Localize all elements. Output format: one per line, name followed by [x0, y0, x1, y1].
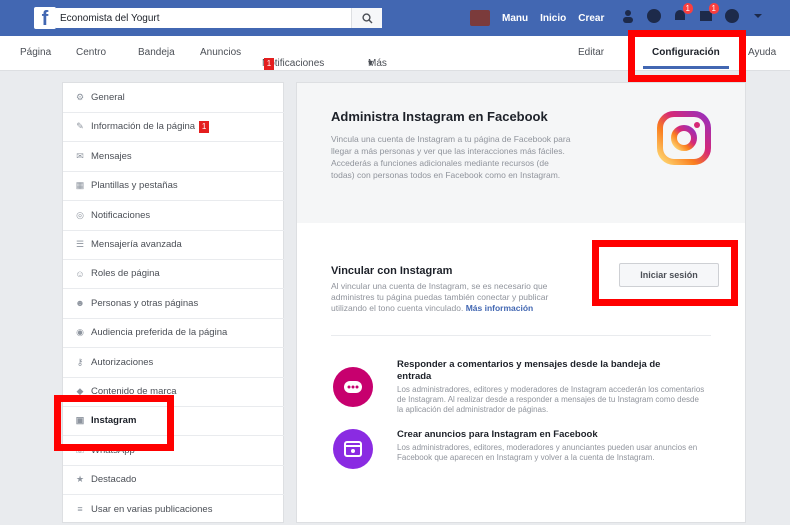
top-icons: 1 1: [620, 3, 766, 24]
search-button[interactable]: [351, 8, 382, 28]
chevron-down-icon: ▾: [368, 58, 374, 69]
edit-page-link[interactable]: Editar: [578, 47, 604, 58]
key-icon: ⚷: [76, 356, 84, 367]
tab-page[interactable]: Página: [20, 47, 51, 58]
connect-title: Vincular con Instagram: [331, 265, 453, 277]
sidebar-item-destacado[interactable]: ★ Destacado: [63, 465, 285, 496]
nav-profile-link[interactable]: Manu: [502, 13, 528, 24]
sidebar-item-mensajería-avanzada[interactable]: ☰ Mensajería avanzada: [63, 230, 285, 260]
connect-description: Al vincular una cuenta de Instagram, se …: [331, 281, 571, 314]
sidebar-item-mensajes[interactable]: ✉ Mensajes: [63, 142, 285, 172]
chat-icon: ☰: [75, 239, 85, 249]
nav-create-link[interactable]: Crear: [578, 13, 604, 24]
pencil-icon: ✎: [76, 121, 84, 132]
sidebar-item-usar-en-varias-publicaciones[interactable]: ≡ Usar en varias publicaciones: [63, 495, 285, 525]
sidebar-item-autorizaciones[interactable]: ⚷ Autorizaciones: [63, 348, 285, 378]
sidebar-item-roles-de-página[interactable]: ☺ Roles de página: [63, 259, 285, 290]
notification-count-badge: 1: [682, 3, 693, 14]
dropdown-arrow-icon[interactable]: [750, 8, 766, 24]
person-icon: ☺: [75, 268, 85, 279]
help-count-badge: 1: [708, 3, 719, 14]
highlight-instagram-item: [54, 395, 174, 451]
avatar[interactable]: [470, 10, 490, 26]
tab-center[interactable]: Centro: [76, 47, 106, 58]
question-icon[interactable]: [724, 8, 740, 24]
friends-icon[interactable]: [620, 8, 636, 24]
section-description: Vincula una cuenta de Instagram a tu pág…: [331, 134, 571, 180]
star-icon: ★: [75, 474, 85, 485]
grid-icon: ▦: [75, 180, 85, 191]
ads-feature-icon: [333, 429, 373, 469]
people-icon: ☻: [75, 298, 85, 309]
sidebar-item-label: Personas y otras páginas: [91, 297, 199, 309]
sidebar-item-label: Audiencia preferida de la página: [91, 327, 228, 339]
audience-icon: ◉: [76, 327, 84, 338]
search-box: [56, 8, 382, 28]
section-title: Administra Instagram en Facebook: [331, 109, 548, 124]
learn-more-link[interactable]: Más información: [466, 303, 534, 313]
sidebar-item-label: Mensajes: [91, 150, 132, 162]
section-divider: [331, 335, 711, 336]
tab-inbox[interactable]: Bandeja: [138, 47, 175, 58]
help-link[interactable]: Ayuda: [748, 47, 776, 58]
sidebar-item-label: Información de la página: [91, 121, 196, 133]
top-nav: Manu Inicio Crear: [470, 0, 604, 36]
notifications-badge: 1: [264, 58, 274, 70]
sidebar-item-label: Plantillas y pestañas: [91, 180, 178, 192]
sidebar-item-label: Usar en varias publicaciones: [91, 503, 213, 515]
help-icon[interactable]: 1: [698, 3, 719, 24]
highlight-login-button: [592, 240, 738, 306]
instagram-logo-icon: [657, 111, 711, 165]
globe-icon: ◎: [76, 209, 84, 220]
sidebar-item-label: General: [91, 92, 125, 103]
sidebar-item-label: Autorizaciones: [91, 356, 154, 368]
instagram-intro-section: Administra Instagram en Facebook Vincula…: [297, 83, 745, 223]
feature-title-ads: Crear anuncios para Instagram en Faceboo…: [397, 429, 598, 440]
sidebar-item-notificaciones[interactable]: ◎ Notificaciones: [63, 201, 285, 231]
sidebar-item-plantillas-y-pestañas[interactable]: ▦ Plantillas y pestañas: [63, 171, 285, 202]
search-icon: [361, 12, 372, 23]
facebook-logo[interactable]: f: [34, 7, 56, 30]
gear-icon: ⚙: [75, 92, 85, 102]
highlight-settings-tab: [628, 30, 746, 82]
comments-feature-icon: [333, 367, 373, 407]
sidebar-item-personas-y-otras-páginas[interactable]: ☻ Personas y otras páginas: [63, 289, 285, 319]
tab-ads[interactable]: Anuncios: [200, 47, 241, 58]
search-input[interactable]: [56, 8, 346, 28]
sidebar-item-información-de-la-página[interactable]: ✎ Información de la página 1: [63, 112, 285, 143]
sidebar-item-label: Roles de página: [91, 268, 160, 280]
list-icon: ≡: [77, 504, 83, 515]
sidebar-item-general[interactable]: ⚙ General: [63, 83, 285, 113]
sidebar-item-label: Mensajería avanzada: [91, 239, 182, 250]
nav-home-link[interactable]: Inicio: [540, 13, 566, 24]
sidebar-item-label: Notificaciones: [91, 209, 151, 221]
message-icon: ✉: [76, 150, 84, 161]
feature-desc-ads: Los administradores, editores, moderador…: [397, 443, 698, 462]
settings-sidebar: ⚙ General ✎ Información de la página 1 ✉ Mensa…: [62, 82, 285, 525]
sidebar-badge: 1: [199, 120, 210, 133]
sidebar-item-audiencia-preferida-de-la-página[interactable]: ◉ Audiencia preferida de la página: [63, 318, 285, 349]
feature-title-comments: Responder a comentarios y mensajes desde…: [397, 359, 661, 382]
messenger-icon[interactable]: [646, 8, 662, 24]
sidebar-item-label: Destacado: [91, 474, 137, 486]
notifications-icon[interactable]: 1: [672, 3, 693, 24]
feature-desc-comments: Los administradores, editores y moderado…: [397, 385, 705, 414]
